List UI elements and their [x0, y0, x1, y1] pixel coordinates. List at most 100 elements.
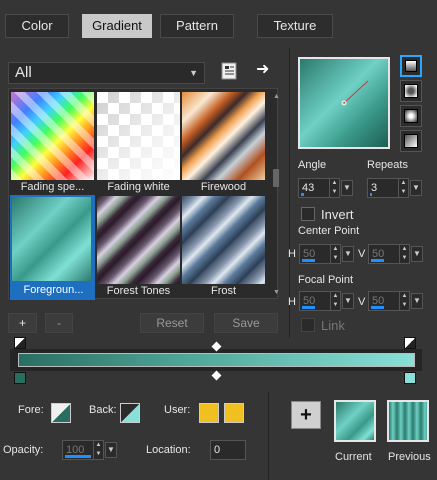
center-v-spinner-arrows[interactable]: ▲ ▼	[399, 245, 409, 263]
gradient-label: Forest Tones	[106, 285, 171, 297]
previous-swatch[interactable]	[387, 400, 429, 442]
angle-input[interactable]: 43 ▲ ▼ ▼	[298, 178, 353, 198]
repeats-spinner-arrows[interactable]: ▲ ▼	[398, 179, 408, 197]
category-dropdown[interactable]: All ▼	[8, 62, 205, 84]
angle-dropdown-icon[interactable]: ▼	[341, 180, 353, 196]
opacity-spinner-arrows[interactable]: ▲ ▼	[93, 441, 103, 459]
gradient-bar[interactable]	[18, 353, 415, 367]
view-options-icon[interactable]	[220, 62, 238, 80]
focal-h-spinner-arrows[interactable]: ▲ ▼	[330, 292, 340, 310]
gradient-thumb	[11, 92, 94, 180]
rectangular-gradient-icon	[404, 84, 418, 98]
reset-button[interactable]: Reset	[140, 313, 204, 333]
gradient-thumb	[97, 196, 180, 284]
gradient-item-fading-spectrum[interactable]: Fading spe...	[11, 92, 94, 196]
gradient-thumb	[12, 197, 91, 281]
tab-pattern[interactable]: Pattern	[160, 14, 234, 38]
user-color-swatch[interactable]	[199, 403, 219, 423]
save-button[interactable]: Save	[214, 313, 278, 333]
add-gradient-button[interactable]: +	[8, 313, 37, 333]
center-h-spinner-arrows[interactable]: ▲ ▼	[330, 245, 340, 263]
scroll-down-icon[interactable]: ▼	[273, 289, 280, 296]
tab-texture[interactable]: Texture	[257, 14, 333, 38]
focal-v-slider-bar[interactable]	[371, 306, 384, 309]
scroll-up-icon[interactable]: ▲	[273, 93, 280, 100]
linear-style-button[interactable]	[400, 55, 422, 77]
back-color-swatch[interactable]	[120, 403, 140, 423]
color-stop-start[interactable]	[14, 372, 26, 384]
center-h-slider-bar[interactable]	[302, 259, 315, 262]
gradient-thumb	[182, 92, 265, 180]
angle-spinner-arrows[interactable]: ▲ ▼	[329, 179, 339, 197]
focal-v-dropdown-icon[interactable]: ▼	[411, 293, 423, 309]
user-color-swatch-2[interactable]	[224, 403, 244, 423]
gallery-scrollbar[interactable]: ▲ ▼	[273, 93, 280, 296]
opacity-label: Opacity:	[3, 444, 44, 456]
angle-handle-icon[interactable]	[300, 59, 388, 147]
focal-v-spinner-arrows[interactable]: ▲ ▼	[399, 292, 409, 310]
center-v-dropdown-icon[interactable]: ▼	[411, 246, 423, 262]
transparency-stop-end[interactable]	[404, 337, 416, 349]
gradient-preview[interactable]	[298, 57, 390, 149]
center-v-label: V	[358, 248, 366, 260]
gradient-thumb	[97, 92, 180, 180]
gradient-item-forest-tones[interactable]: Forest Tones	[97, 196, 180, 300]
angle-slider-bar[interactable]	[301, 193, 304, 196]
location-input[interactable]: 0	[210, 440, 246, 460]
sunburst-style-button[interactable]	[400, 105, 422, 127]
link-checkbox[interactable]	[301, 318, 315, 332]
repeats-slider-bar[interactable]	[370, 193, 372, 196]
add-to-library-button[interactable]: +	[291, 401, 321, 429]
center-h-input[interactable]: 50 ▲ ▼ ▼	[299, 244, 354, 264]
gradient-thumb	[182, 196, 265, 284]
fore-color-swatch[interactable]	[51, 403, 71, 423]
remove-gradient-button[interactable]: -	[45, 313, 73, 333]
gradient-label: Fading spe...	[20, 181, 85, 193]
gradient-label: Foregroun...	[23, 284, 84, 296]
center-h-dropdown-icon[interactable]: ▼	[342, 246, 354, 262]
gradient-item-foreground-background[interactable]: Foregroun...	[10, 195, 95, 300]
gradient-item-firewood[interactable]: Firewood	[182, 92, 265, 196]
arrow-right-icon[interactable]: ➜	[256, 61, 274, 79]
back-label: Back:	[89, 404, 117, 416]
gradient-item-frost[interactable]: Frost	[182, 196, 265, 300]
scrollbar-thumb[interactable]	[273, 169, 279, 187]
link-label: Link	[321, 318, 345, 333]
focal-h-dropdown-icon[interactable]: ▼	[342, 293, 354, 309]
focal-h-input[interactable]: 50 ▲ ▼ ▼	[299, 291, 354, 311]
radial-style-button[interactable]	[400, 130, 422, 152]
user-label: User:	[164, 404, 191, 416]
tab-gradient[interactable]: Gradient	[82, 14, 152, 38]
rectangular-style-button[interactable]	[400, 80, 422, 102]
fore-label: Fore:	[18, 404, 44, 416]
center-v-slider-bar[interactable]	[371, 259, 384, 262]
center-point-label: Center Point	[298, 225, 360, 237]
gradient-label: Frost	[210, 285, 237, 297]
focal-v-input[interactable]: 50 ▲ ▼ ▼	[368, 291, 423, 311]
panel-divider	[289, 48, 290, 338]
center-v-input[interactable]: 50 ▲ ▼ ▼	[368, 244, 423, 264]
repeats-input[interactable]: 3 ▲ ▼ ▼	[367, 178, 422, 198]
opacity-slider-bar[interactable]	[65, 455, 91, 458]
gradient-label: Firewood	[200, 181, 247, 193]
angle-label: Angle	[298, 159, 327, 171]
focal-v-label: V	[358, 296, 366, 308]
previous-label: Previous	[388, 451, 431, 463]
transparency-stop-start[interactable]	[14, 337, 26, 349]
repeats-dropdown-icon[interactable]: ▼	[410, 180, 422, 196]
chevron-down-icon: ▼	[189, 68, 198, 78]
tab-color[interactable]: Color	[5, 14, 69, 38]
location-label: Location:	[146, 444, 191, 456]
color-midpoint[interactable]	[211, 370, 222, 381]
gradient-item-fading-white[interactable]: Fading white	[97, 92, 180, 196]
focal-point-label: Focal Point	[298, 274, 354, 286]
radial-gradient-icon	[404, 134, 418, 148]
current-swatch[interactable]	[334, 400, 376, 442]
location-value: 0	[214, 444, 221, 456]
opacity-input[interactable]: 100 ▲ ▼ ▼	[62, 440, 117, 460]
color-stop-end[interactable]	[404, 372, 416, 384]
focal-h-slider-bar[interactable]	[302, 306, 315, 309]
opacity-dropdown-icon[interactable]: ▼	[105, 442, 117, 458]
sunburst-gradient-icon	[404, 109, 418, 123]
invert-checkbox[interactable]	[301, 207, 315, 221]
